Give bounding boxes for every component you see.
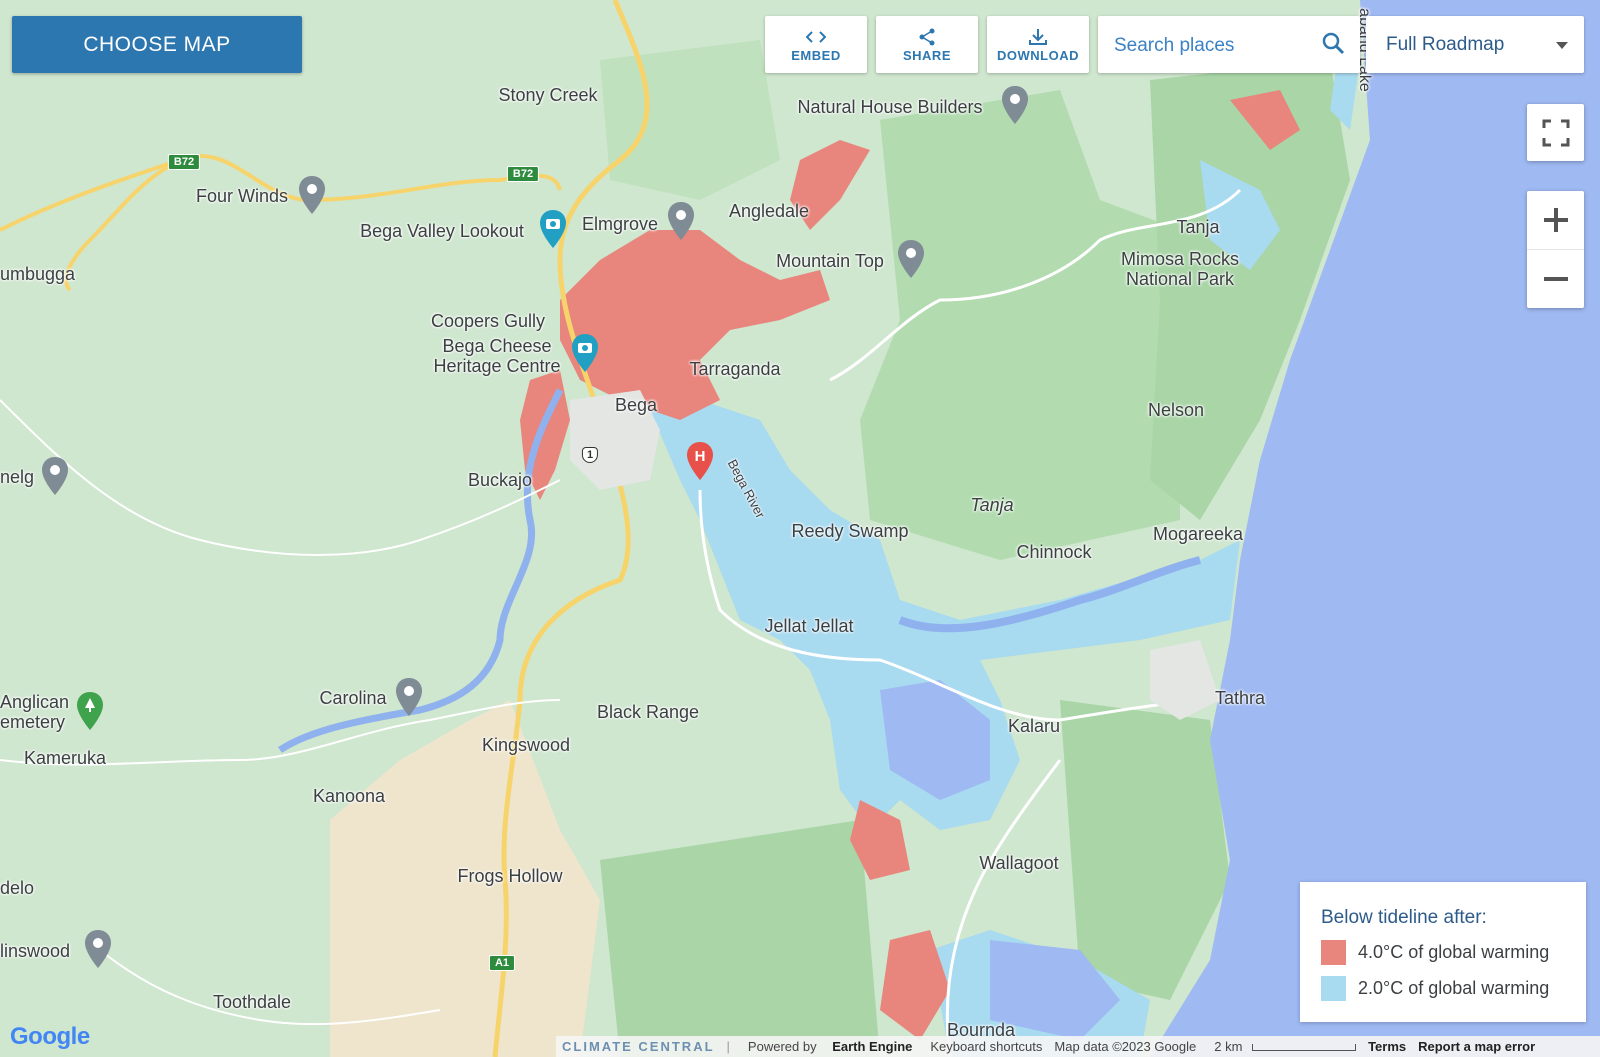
powered-by-text: Powered by Earth Engine — [736, 1039, 924, 1054]
place-label-wallagoot: Wallagoot — [979, 853, 1059, 873]
place-label-tanja-town: Tanja — [1176, 217, 1220, 237]
fullscreen-button[interactable] — [1527, 104, 1584, 161]
place-label-kingswood: Kingswood — [481, 735, 571, 755]
share-label: SHARE — [902, 48, 951, 63]
place-label-reedy-swamp: Reedy Swamp — [791, 521, 909, 541]
share-icon — [918, 26, 936, 48]
legend-title: Below tideline after: — [1321, 907, 1487, 928]
map-pin-icon[interactable] — [83, 928, 113, 970]
place-label-toothdale: Toothdale — [212, 992, 292, 1012]
map-pin-icon[interactable] — [666, 200, 696, 242]
place-label-angledale: Angledale — [728, 201, 810, 221]
place-label-natural-house-builders: Natural House Builders — [797, 97, 983, 117]
svg-text:H: H — [695, 448, 706, 465]
place-label-kanoona: Kanoona — [312, 786, 386, 806]
legend-item-2c: 2.0°C of global warming — [1321, 976, 1549, 1001]
embed-label: EMBED — [791, 48, 841, 63]
download-icon — [1028, 26, 1048, 48]
forest-area — [600, 820, 880, 1057]
powered-by-label: Powered by — [747, 1039, 817, 1054]
place-label-anglican-cemetery: Anglican emetery — [0, 692, 70, 732]
place-label-chinnock: Chinnock — [1016, 542, 1092, 562]
place-label-elmgrove: Elmgrove — [581, 214, 659, 234]
place-label-kameruka: Kameruka — [23, 748, 107, 768]
download-label: DOWNLOAD — [997, 48, 1079, 63]
google-logo[interactable]: Google — [10, 1023, 90, 1051]
map-pin-icon[interactable] — [40, 455, 70, 497]
legend-label-4c: 4.0°C of global warming — [1358, 942, 1550, 962]
place-label-mimosa-rocks: Mimosa Rocks National Park — [1120, 249, 1240, 289]
place-label-coopers-gully: Coopers Gully — [430, 311, 546, 331]
legend-item-4c: 4.0°C of global warming — [1321, 940, 1549, 965]
place-label-linswood: linswood — [0, 941, 71, 961]
map-data-attribution: Map data ©2023 Google — [1054, 1039, 1197, 1054]
place-label-nelg: nelg — [0, 467, 35, 487]
search-icon[interactable] — [1322, 32, 1346, 56]
climate-central-logo[interactable]: CLIMATE CENTRAL — [556, 1039, 721, 1054]
footer-divider: | — [726, 1039, 730, 1054]
zoom-control — [1527, 191, 1584, 308]
place-label-black-range: Black Range — [596, 702, 700, 722]
map-pin-icon[interactable] — [297, 174, 327, 216]
code-icon — [806, 26, 826, 48]
place-label-bega-valley-lookout: Bega Valley Lookout — [360, 221, 524, 241]
road-shield-a1: A1 — [488, 955, 516, 971]
cemetery-pin-icon[interactable] — [75, 690, 105, 732]
place-label-frogs-hollow: Frogs Hollow — [457, 866, 563, 886]
google-logo-text: Google — [10, 1023, 90, 1050]
choose-map-button[interactable]: CHOOSE MAP — [12, 16, 302, 73]
place-label-mogareeka: Mogareeka — [1152, 524, 1244, 544]
map-footer: CLIMATE CENTRAL | Powered by Earth Engin… — [556, 1036, 1600, 1057]
place-label-mountain-top: Mountain Top — [776, 251, 884, 271]
scale-line — [1252, 1044, 1357, 1052]
terms-link[interactable]: Terms — [1362, 1039, 1412, 1054]
scale-label: 2 km — [1214, 1039, 1243, 1054]
place-label-kalaru: Kalaru — [1007, 716, 1061, 736]
fullscreen-icon — [1542, 119, 1569, 146]
chevron-down-icon — [1556, 42, 1568, 49]
road-shield-b72: B72 — [167, 154, 201, 170]
legend-swatch-2c — [1321, 976, 1346, 1001]
share-button[interactable]: SHARE — [876, 16, 978, 73]
earth-engine-link[interactable]: Earth Engine — [826, 1039, 918, 1054]
map-pin-icon[interactable] — [1000, 84, 1030, 126]
road-shield-route-1: 1 — [581, 447, 599, 463]
map-pin-icon[interactable] — [896, 238, 926, 280]
legend-label-2c: 2.0°C of global warming — [1358, 978, 1550, 998]
legend-swatch-4c — [1321, 940, 1346, 965]
place-label-tathra: Tathra — [1214, 688, 1266, 708]
place-label-tanja-region: Tanja — [970, 495, 1014, 515]
camera-pin-icon[interactable] — [570, 332, 600, 374]
place-label-tarraganda: Tarraganda — [689, 359, 781, 379]
keyboard-shortcuts-link[interactable]: Keyboard shortcuts — [924, 1039, 1048, 1054]
place-label-four-winds: Four Winds — [195, 186, 289, 206]
place-label-delo: delo — [0, 878, 35, 898]
map-type-select[interactable]: Full Roadmap — [1366, 16, 1584, 73]
map-type-value: Full Roadmap — [1386, 34, 1505, 55]
zoom-out-button[interactable] — [1527, 250, 1584, 308]
camera-pin-icon[interactable] — [538, 208, 568, 250]
map-pin-icon[interactable] — [394, 676, 424, 718]
place-label-carolina: Carolina — [319, 688, 387, 708]
scale-bar[interactable]: 2 km — [1202, 1039, 1362, 1054]
download-button[interactable]: DOWNLOAD — [987, 16, 1089, 73]
place-label-stony-creek: Stony Creek — [498, 85, 598, 105]
hospital-pin-icon[interactable]: H — [685, 440, 715, 482]
place-label-bega: Bega — [614, 395, 658, 415]
place-label-bega-cheese: Bega Cheese Heritage Centre — [433, 336, 561, 376]
place-label-nelson: Nelson — [1147, 400, 1205, 420]
search-box — [1098, 16, 1360, 73]
plus-icon — [1543, 208, 1568, 232]
legend-panel: Below tideline after: 4.0°C of global wa… — [1300, 882, 1586, 1022]
place-label-umbugga: umbugga — [0, 264, 76, 284]
minus-icon — [1543, 277, 1568, 281]
place-label-buckajo: Buckajo — [467, 470, 533, 490]
search-input[interactable] — [1112, 30, 1316, 62]
embed-button[interactable]: EMBED — [765, 16, 867, 73]
report-map-error-link[interactable]: Report a map error — [1412, 1039, 1541, 1054]
place-label-jellat-jellat: Jellat Jellat — [764, 616, 854, 636]
zoom-in-button[interactable] — [1527, 191, 1584, 250]
road-shield-b72: B72 — [506, 166, 540, 182]
